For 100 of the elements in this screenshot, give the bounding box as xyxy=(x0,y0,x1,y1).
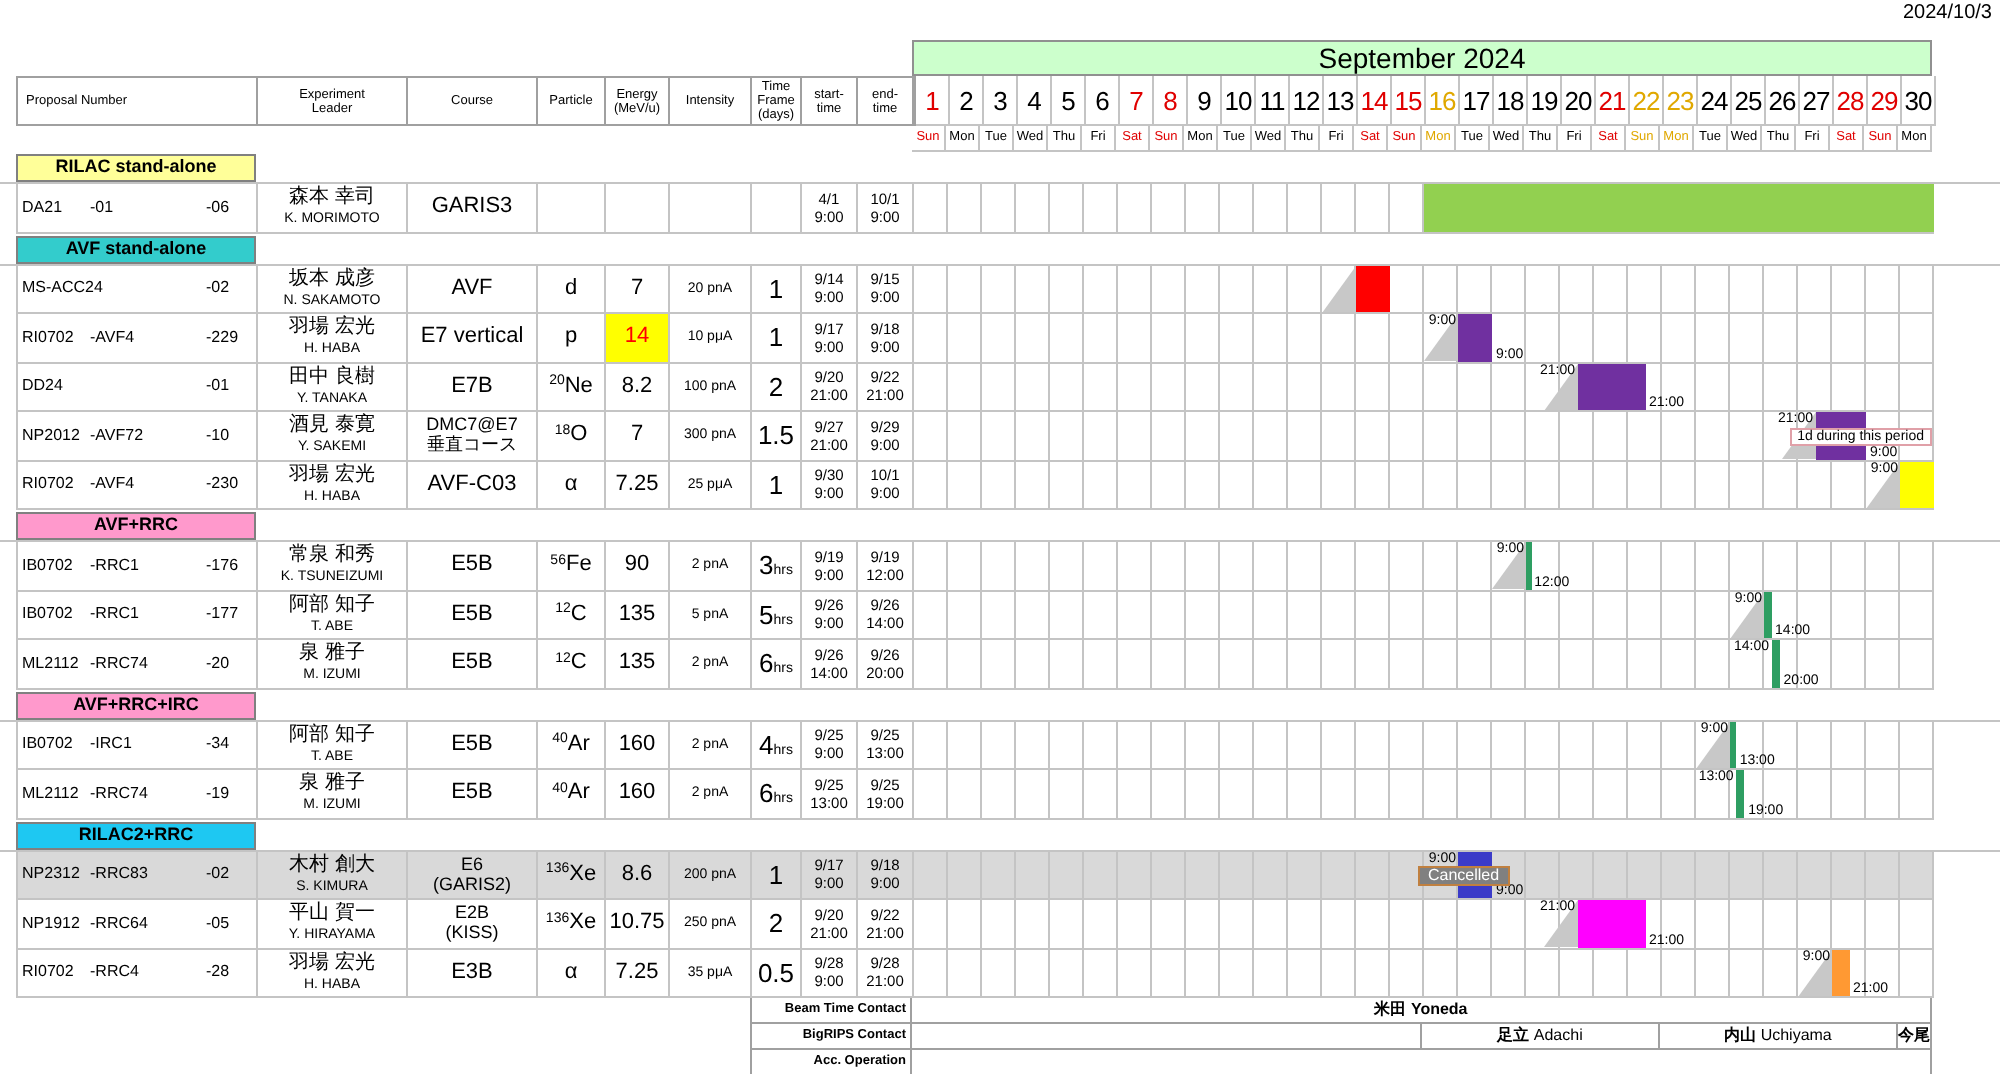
day-number: 1 xyxy=(925,87,939,113)
time-frame-value: 1 xyxy=(768,275,784,301)
proposal-subcode: -RRC83 xyxy=(90,866,150,883)
particle: α xyxy=(564,473,578,496)
leader-name-japanese: 坂本 成彦 xyxy=(289,269,375,290)
proposal-code: MS-ACC24 xyxy=(22,280,105,297)
day-number: 10 xyxy=(1224,87,1252,113)
energy-value: 7.25 xyxy=(615,961,659,984)
energy-value: 7 xyxy=(630,424,644,447)
time-frame-value: 6 xyxy=(759,780,774,806)
day-number: 30 xyxy=(1904,87,1932,113)
proposal-code: RI0702 xyxy=(22,964,76,981)
particle: $^{12}$C xyxy=(555,603,587,626)
leader-name-japanese: 酒見 泰寛 xyxy=(289,416,375,437)
proposal-code: RI0702 xyxy=(22,476,76,493)
energy-value: 7 xyxy=(630,277,644,300)
proposal-subcode: -RRC1 xyxy=(90,606,141,623)
proposal-number: -230 xyxy=(206,476,239,493)
particle: $^{136}$Xe xyxy=(545,912,597,935)
proposal-code: IB0702 xyxy=(22,736,75,753)
proposal-number: -176 xyxy=(206,557,239,574)
proposal-subcode: -RRC1 xyxy=(90,557,141,574)
day-number: 28 xyxy=(1836,87,1864,113)
course-name: E6 xyxy=(460,855,483,874)
time-frame-value: 5 xyxy=(759,601,774,627)
proposal-subcode: -AVF72 xyxy=(90,427,146,444)
day-number: 4 xyxy=(1027,87,1041,113)
report-date: 2024/10/3 xyxy=(1903,4,1992,24)
proposal-code: ML2112 xyxy=(22,785,81,802)
energy-value: 8.6 xyxy=(621,863,653,886)
day-number: 18 xyxy=(1496,87,1524,113)
particle: α xyxy=(564,961,578,984)
course-name: E5B xyxy=(451,782,493,805)
group-header: AVF stand-alone xyxy=(16,235,256,263)
month-title: September 2024 xyxy=(912,40,1932,76)
particle: d xyxy=(564,277,578,300)
time-frame-value: 0.5 xyxy=(757,959,795,985)
proposal-number: -28 xyxy=(206,964,230,981)
proposal-code: NP2312 xyxy=(22,866,82,883)
proposal-number: -05 xyxy=(206,915,230,932)
group-header: AVF+RRC+IRC xyxy=(16,691,256,719)
day-number: 8 xyxy=(1163,87,1177,113)
course-name: E5B xyxy=(451,652,493,675)
course-name: E7 vertical xyxy=(420,326,524,349)
day-number: 23 xyxy=(1666,87,1694,113)
contact-name: 内山 Uchiyama xyxy=(1724,1028,1832,1044)
day-number: 21 xyxy=(1598,87,1626,113)
day-number: 2 xyxy=(959,87,973,113)
time-frame-value: 2 xyxy=(768,910,784,936)
particle: p xyxy=(564,326,578,349)
particle: $^{56}$Fe xyxy=(550,554,592,577)
leader-name-japanese: 羽場 宏光 xyxy=(289,318,375,339)
energy-value: 135 xyxy=(618,603,656,626)
proposal-subcode: -RRC64 xyxy=(90,915,150,932)
proposal-number: -06 xyxy=(206,199,230,216)
group-header: RILAC2+RRC xyxy=(16,821,256,849)
course-name: E5B xyxy=(451,603,493,626)
day-number: 14 xyxy=(1360,87,1388,113)
contact-name: 足立 Adachi xyxy=(1497,1028,1583,1044)
leader-name-japanese: 森本 幸司 xyxy=(289,188,375,209)
leader-name-japanese: 常泉 和秀 xyxy=(289,546,375,567)
course-name: E3B xyxy=(451,961,493,984)
energy-value: 8.2 xyxy=(621,375,653,398)
proposal-code: NP1912 xyxy=(22,915,82,932)
proposal-number: -19 xyxy=(206,785,230,802)
proposal-code: NP2012 xyxy=(22,427,82,444)
day-number: 6 xyxy=(1095,87,1109,113)
proposal-number: -10 xyxy=(206,427,230,444)
course-name: E5B xyxy=(451,554,493,577)
particle: $^{40}$Ar xyxy=(552,733,590,756)
proposal-code: DA21 xyxy=(22,199,65,216)
time-frame-value: 2 xyxy=(768,373,784,399)
day-number: 27 xyxy=(1802,87,1830,113)
proposal-code: ML2112 xyxy=(22,655,81,672)
day-number: 13 xyxy=(1326,87,1354,113)
course-name: E7B xyxy=(451,375,493,398)
energy-value: 10.75 xyxy=(609,912,665,935)
course-name: DMC7@E7 xyxy=(426,416,518,435)
proposal-code: DD24 xyxy=(22,378,65,395)
leader-name-japanese: 木村 創大 xyxy=(289,855,375,876)
course-name: 垂直コース xyxy=(427,436,517,455)
proposal-number: -02 xyxy=(206,866,230,883)
day-number: 15 xyxy=(1394,87,1422,113)
leader-name-japanese: 羽場 宏光 xyxy=(289,465,375,486)
particle: $^{20}$Ne xyxy=(549,375,593,398)
proposal-number: -229 xyxy=(206,329,239,346)
proposal-code: RI0702 xyxy=(22,329,76,346)
day-number: 12 xyxy=(1292,87,1320,113)
contact-name: 今尾 xyxy=(1898,1028,1930,1044)
course-name: AVF xyxy=(451,277,493,300)
course-name: E5B xyxy=(451,733,493,756)
time-frame-value: 1 xyxy=(768,324,784,350)
day-number: 26 xyxy=(1768,87,1796,113)
proposal-subcode: -RRC4 xyxy=(90,964,141,981)
time-frame-value: 3 xyxy=(759,552,774,578)
energy-value: 7.25 xyxy=(615,473,659,496)
group-header: AVF+RRC xyxy=(16,512,256,540)
course-name: AVF-C03 xyxy=(427,473,517,496)
energy-value: 160 xyxy=(618,782,656,805)
proposal-subcode: -AVF4 xyxy=(90,329,137,346)
